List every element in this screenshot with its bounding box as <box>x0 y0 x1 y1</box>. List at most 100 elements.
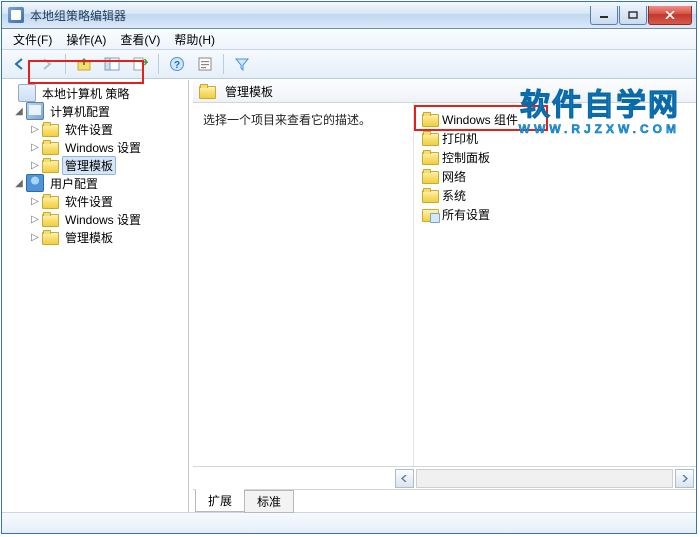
titlebar[interactable]: 本地组策略编辑器 <box>2 2 696 29</box>
list-item-label: Windows 组件 <box>442 111 518 128</box>
up-button[interactable] <box>71 51 97 77</box>
forward-button[interactable] <box>34 51 60 77</box>
expand-toggle[interactable]: ◢ <box>12 178 26 189</box>
list-pane[interactable]: Windows 组件 打印机 控制面板 网络 <box>414 103 696 466</box>
list-item-label: 控制面板 <box>442 149 490 166</box>
description-pane: 选择一个项目来查看它的描述。 <box>193 103 413 466</box>
expand-toggle[interactable]: ▷ <box>28 124 42 135</box>
back-arrow-icon <box>11 56 27 72</box>
folder-up-icon <box>76 56 92 72</box>
properties-icon <box>197 56 213 72</box>
scroll-left-button[interactable] <box>395 469 414 488</box>
export-list-icon <box>132 56 148 72</box>
funnel-icon <box>234 56 250 72</box>
list-item-printers[interactable]: 打印机 <box>420 129 690 147</box>
help-icon: ? <box>169 56 185 72</box>
window-title: 本地组策略编辑器 <box>30 7 589 24</box>
folder-icon <box>422 171 439 184</box>
list-item-system[interactable]: 系统 <box>420 186 690 204</box>
tabstrip: 扩展 标准 <box>193 489 696 512</box>
tree-label: Windows 设置 <box>62 210 144 229</box>
user-icon <box>26 174 44 192</box>
maximize-button[interactable] <box>619 6 647 25</box>
statusbar <box>2 512 696 533</box>
list-item-label: 系统 <box>442 187 466 204</box>
minimize-button[interactable] <box>590 6 618 25</box>
svg-text:?: ? <box>174 60 180 71</box>
list-item-label: 所有设置 <box>442 206 490 223</box>
column-header[interactable]: 管理模板 <box>193 80 696 103</box>
body: 本地计算机 策略 ◢ 计算机配置 ▷ <box>2 79 696 512</box>
menu-file[interactable]: 文件(F) <box>6 29 59 50</box>
list-item-windows-components[interactable]: Windows 组件 <box>420 110 690 128</box>
right-pane: 管理模板 选择一个项目来查看它的描述。 Windows 组件 打印机 <box>193 80 696 512</box>
expand-toggle[interactable]: ▷ <box>28 214 42 225</box>
minimize-icon <box>599 11 609 19</box>
folder-icon <box>42 142 59 155</box>
all-settings-icon <box>422 209 439 222</box>
tree-software-settings-u[interactable]: ▷ 软件设置 <box>2 192 188 210</box>
window-controls <box>589 6 692 25</box>
tree-software-settings[interactable]: ▷ 软件设置 <box>2 120 188 138</box>
folder-icon <box>199 86 216 99</box>
list-item-network[interactable]: 网络 <box>420 167 690 185</box>
toolbar: ? <box>2 50 696 79</box>
properties-button[interactable] <box>192 51 218 77</box>
filter-button[interactable] <box>229 51 255 77</box>
folder-icon <box>42 232 59 245</box>
list-item-label: 网络 <box>442 168 466 185</box>
menu-view[interactable]: 查看(V) <box>113 29 167 50</box>
tree-root[interactable]: 本地计算机 策略 <box>2 84 188 102</box>
folder-icon <box>422 152 439 165</box>
close-icon <box>665 11 675 19</box>
tree-label: 软件设置 <box>62 192 116 211</box>
forward-arrow-icon <box>39 56 55 72</box>
help-button[interactable]: ? <box>164 51 190 77</box>
expand-toggle[interactable]: ▷ <box>28 232 42 243</box>
tree-label: 管理模板 <box>62 156 116 175</box>
folder-icon <box>42 160 59 173</box>
folder-icon <box>42 124 59 137</box>
tree-windows-settings-u[interactable]: ▷ Windows 设置 <box>2 210 188 228</box>
back-button[interactable] <box>6 51 32 77</box>
folder-icon <box>422 133 439 146</box>
folder-icon <box>422 190 439 203</box>
tree-computer-config[interactable]: ◢ 计算机配置 <box>2 102 188 120</box>
tree-label: 软件设置 <box>62 120 116 139</box>
menu-action[interactable]: 操作(A) <box>59 29 113 50</box>
gpedit-window: 本地组策略编辑器 文件(F) 操作(A) 查看(V) 帮助(H) <box>1 1 697 534</box>
expand-toggle[interactable]: ▷ <box>28 142 42 153</box>
tree-label: 管理模板 <box>62 228 116 247</box>
tree-windows-settings[interactable]: ▷ Windows 设置 <box>2 138 188 156</box>
tab-extended[interactable]: 扩展 <box>195 489 245 512</box>
expand-toggle[interactable]: ▷ <box>28 196 42 207</box>
chevron-left-icon <box>401 475 408 482</box>
content-row: 选择一个项目来查看它的描述。 Windows 组件 打印机 控制面板 <box>193 103 696 466</box>
expand-toggle[interactable]: ▷ <box>28 160 42 171</box>
expand-toggle[interactable]: ◢ <box>12 106 26 117</box>
horizontal-scrollbar[interactable] <box>193 466 696 489</box>
scroll-track[interactable] <box>416 469 673 488</box>
tree-admin-templates-selected[interactable]: ▷ 管理模板 <box>2 156 188 174</box>
close-button[interactable] <box>648 6 692 25</box>
tab-standard[interactable]: 标准 <box>244 490 294 513</box>
list-item-control-panel[interactable]: 控制面板 <box>420 148 690 166</box>
list-item-label: 打印机 <box>442 130 478 147</box>
menu-help[interactable]: 帮助(H) <box>167 29 222 50</box>
export-button[interactable] <box>127 51 153 77</box>
tree-toggle-button[interactable] <box>99 51 125 77</box>
tree-label: 本地计算机 策略 <box>39 84 132 103</box>
tree-pane[interactable]: 本地计算机 策略 ◢ 计算机配置 ▷ <box>2 80 189 512</box>
scroll-right-button[interactable] <box>675 469 694 488</box>
list-item-all-settings[interactable]: 所有设置 <box>420 205 690 223</box>
tree-label: Windows 设置 <box>62 138 144 157</box>
toolbar-separator <box>223 54 224 74</box>
tree-admin-templates-u[interactable]: ▷ 管理模板 <box>2 228 188 246</box>
tree-user-config[interactable]: ◢ 用户配置 <box>2 174 188 192</box>
computer-icon <box>26 102 44 120</box>
chevron-right-icon <box>681 475 688 482</box>
policy-root-icon <box>18 84 36 102</box>
menubar: 文件(F) 操作(A) 查看(V) 帮助(H) <box>2 29 696 50</box>
folder-icon <box>42 214 59 227</box>
description-text: 选择一个项目来查看它的描述。 <box>203 113 371 127</box>
